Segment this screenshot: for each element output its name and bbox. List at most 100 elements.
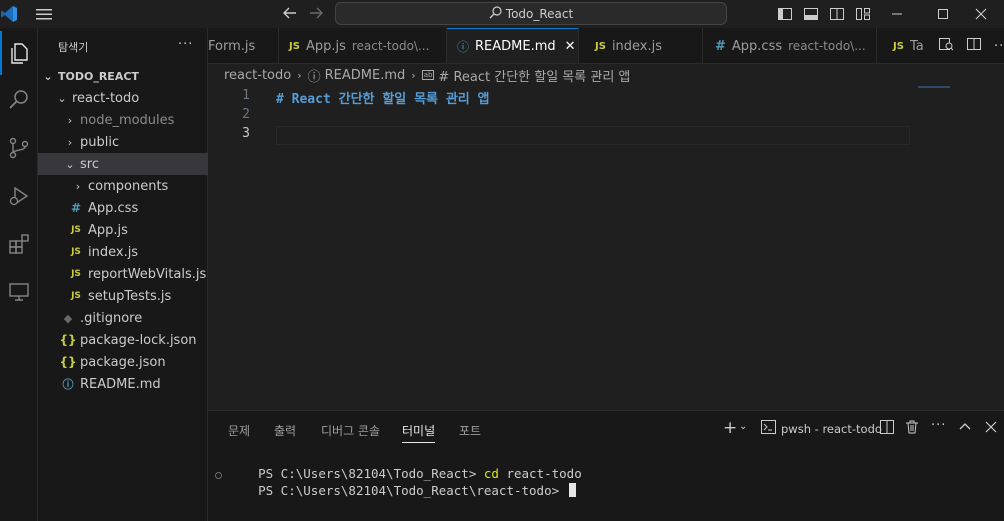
tree-file-package-lock-json[interactable]: {} package-lock.json — [38, 329, 208, 351]
tree-item-label: App.js — [88, 222, 128, 238]
tree-folder-src[interactable]: ⌄ src — [38, 153, 208, 175]
js-file-icon: JS — [71, 269, 81, 279]
split-terminal-icon[interactable] — [880, 420, 894, 438]
tree-folder-public[interactable]: › public — [38, 131, 208, 153]
close-window-button[interactable] — [958, 0, 1004, 28]
info-file-icon: ⓘ — [62, 378, 74, 391]
tree-file-setuptests-js[interactable]: JS setupTests.js — [38, 285, 208, 307]
more-actions-icon[interactable]: ··· — [178, 37, 193, 52]
tab-index-js[interactable]: JS index.js — [579, 28, 703, 63]
tab-app-css[interactable]: # App.css react-todo\... — [703, 28, 877, 63]
tab-debug-console[interactable]: 디버그 콘솔 — [321, 422, 380, 439]
chevron-down-icon[interactable]: ⌄ — [739, 421, 747, 432]
menu-icon[interactable] — [35, 6, 53, 26]
open-preview-icon[interactable] — [938, 36, 954, 56]
tab-terminal[interactable]: 터미널 — [402, 422, 436, 443]
terminal-selector[interactable]: pwsh - react-todo — [761, 420, 882, 437]
workspace-header[interactable]: ⌄ TODO_REACT — [38, 65, 208, 87]
explorer-sidebar: 탐색기 ··· ⌄ TODO_REACT ⌄ react-todo › node… — [38, 28, 208, 521]
split-editor-icon[interactable] — [966, 36, 982, 56]
tree-file-app-css[interactable]: # App.css — [38, 197, 208, 219]
new-terminal-icon[interactable]: + — [723, 418, 737, 438]
terminal-name: pwsh - react-todo — [781, 421, 882, 436]
tree-folder-components[interactable]: › components — [38, 175, 208, 197]
search-icon[interactable] — [0, 78, 38, 122]
tree-item-label: README.md — [80, 376, 161, 392]
tab-label: index.js — [611, 38, 663, 54]
sidebar-title: 탐색기 — [58, 41, 89, 54]
tab-problems[interactable]: 문제 — [228, 422, 250, 439]
tab-label: App.css — [731, 38, 783, 54]
activity-bar — [0, 28, 38, 521]
tab-label: Form.js — [208, 38, 256, 54]
js-file-icon: JS — [289, 40, 300, 52]
maximize-panel-icon[interactable] — [959, 419, 971, 437]
close-panel-icon[interactable] — [985, 419, 997, 437]
remote-explorer-icon[interactable] — [0, 270, 38, 314]
tab-label: README.md — [475, 39, 556, 54]
tree-item-label: node_modules — [80, 112, 175, 128]
customize-layout-icon[interactable] — [855, 6, 871, 26]
js-file-icon: JS — [71, 247, 81, 257]
chevron-right-icon: › — [411, 68, 416, 82]
breadcrumb-file[interactable]: README.md — [325, 68, 406, 83]
js-file-icon: JS — [71, 225, 81, 235]
tab-description: react-todo\... — [788, 39, 866, 53]
tree-file-readme-md[interactable]: ⓘ README.md — [38, 373, 208, 395]
minimap-slider[interactable] — [918, 86, 950, 88]
tree-file-index-js[interactable]: JS index.js — [38, 241, 208, 263]
toggle-primary-sidebar-icon[interactable] — [777, 6, 793, 26]
command-decoration-icon — [215, 472, 222, 479]
tab-readme-md[interactable]: ⓘ README.md ✕ — [447, 28, 579, 63]
chevron-right-icon: › — [75, 179, 81, 193]
explorer-icon[interactable] — [0, 31, 38, 75]
tab-app-js[interactable]: JS App.js react-todo\... — [279, 28, 447, 63]
run-debug-icon[interactable] — [0, 174, 38, 218]
back-arrow-icon[interactable] — [282, 5, 298, 25]
extensions-icon[interactable] — [0, 222, 38, 266]
tab-output[interactable]: 출력 — [274, 422, 296, 439]
breadcrumb-folder[interactable]: react-todo — [224, 68, 291, 83]
json-file-icon: {} — [59, 355, 77, 369]
minimize-button[interactable] — [874, 0, 920, 28]
tree-item-label: package.json — [80, 354, 166, 370]
tree-folder-node-modules[interactable]: › node_modules — [38, 109, 208, 131]
tree-file-package-json[interactable]: {} package.json — [38, 351, 208, 373]
more-actions-icon[interactable]: ··· — [931, 418, 946, 433]
tab-form-js[interactable]: Form.js — [208, 28, 279, 63]
css-file-icon: # — [70, 201, 82, 215]
breadcrumb: react-todo › ⓘ README.md › ab # React 간단… — [208, 64, 1004, 86]
css-file-icon: # — [715, 38, 726, 54]
tree-file-reportwebvitals-js[interactable]: JS reportWebVitals.js — [38, 263, 208, 285]
tree-item-label: public — [80, 134, 120, 150]
breadcrumb-symbol[interactable]: # React 간단한 할일 목록 관리 앱 — [438, 66, 630, 85]
tree-file-gitignore[interactable]: ◆ .gitignore — [38, 307, 208, 329]
close-tab-icon[interactable]: ✕ — [565, 39, 576, 54]
tree-file-app-js[interactable]: JS App.js — [38, 219, 208, 241]
source-control-icon[interactable] — [0, 126, 38, 170]
tree-item-label: setupTests.js — [88, 288, 172, 304]
line-number: 1 — [242, 88, 250, 103]
tree-item-label: src — [80, 156, 99, 172]
code-editor[interactable]: 1 # React 간단한 할일 목록 관리 앱 2 3 — [208, 86, 1004, 410]
js-file-icon: JS — [595, 40, 606, 52]
js-file-icon: JS — [71, 291, 81, 301]
terminal-line[interactable]: PS C:\Users\82104\Todo_React\react-todo> — [228, 468, 576, 513]
tree-folder-react-todo[interactable]: ⌄ react-todo — [38, 87, 208, 109]
toggle-panel-icon[interactable] — [803, 6, 819, 26]
info-file-icon: ⓘ — [307, 69, 321, 85]
tab-label: App.js — [305, 38, 346, 54]
more-actions-icon[interactable]: ··· — [994, 39, 1004, 54]
tab-ports[interactable]: 포트 — [459, 422, 481, 439]
command-center-search[interactable]: Todo_React — [335, 2, 727, 25]
info-file-icon: ⓘ — [457, 40, 470, 54]
js-file-icon: JS — [893, 40, 904, 52]
json-file-icon: {} — [59, 333, 77, 347]
terminal-cursor — [568, 483, 576, 497]
code-line: # React 간단한 할일 목록 관리 앱 — [276, 92, 490, 107]
bottom-panel: 문제 출력 디버그 콘솔 터미널 포트 + ⌄ pwsh - react-tod… — [208, 410, 1004, 521]
workspace-label: TODO_REACT — [58, 69, 139, 83]
forward-arrow-icon[interactable] — [308, 5, 324, 25]
trash-icon[interactable] — [905, 420, 919, 438]
toggle-secondary-sidebar-icon[interactable] — [829, 6, 845, 26]
